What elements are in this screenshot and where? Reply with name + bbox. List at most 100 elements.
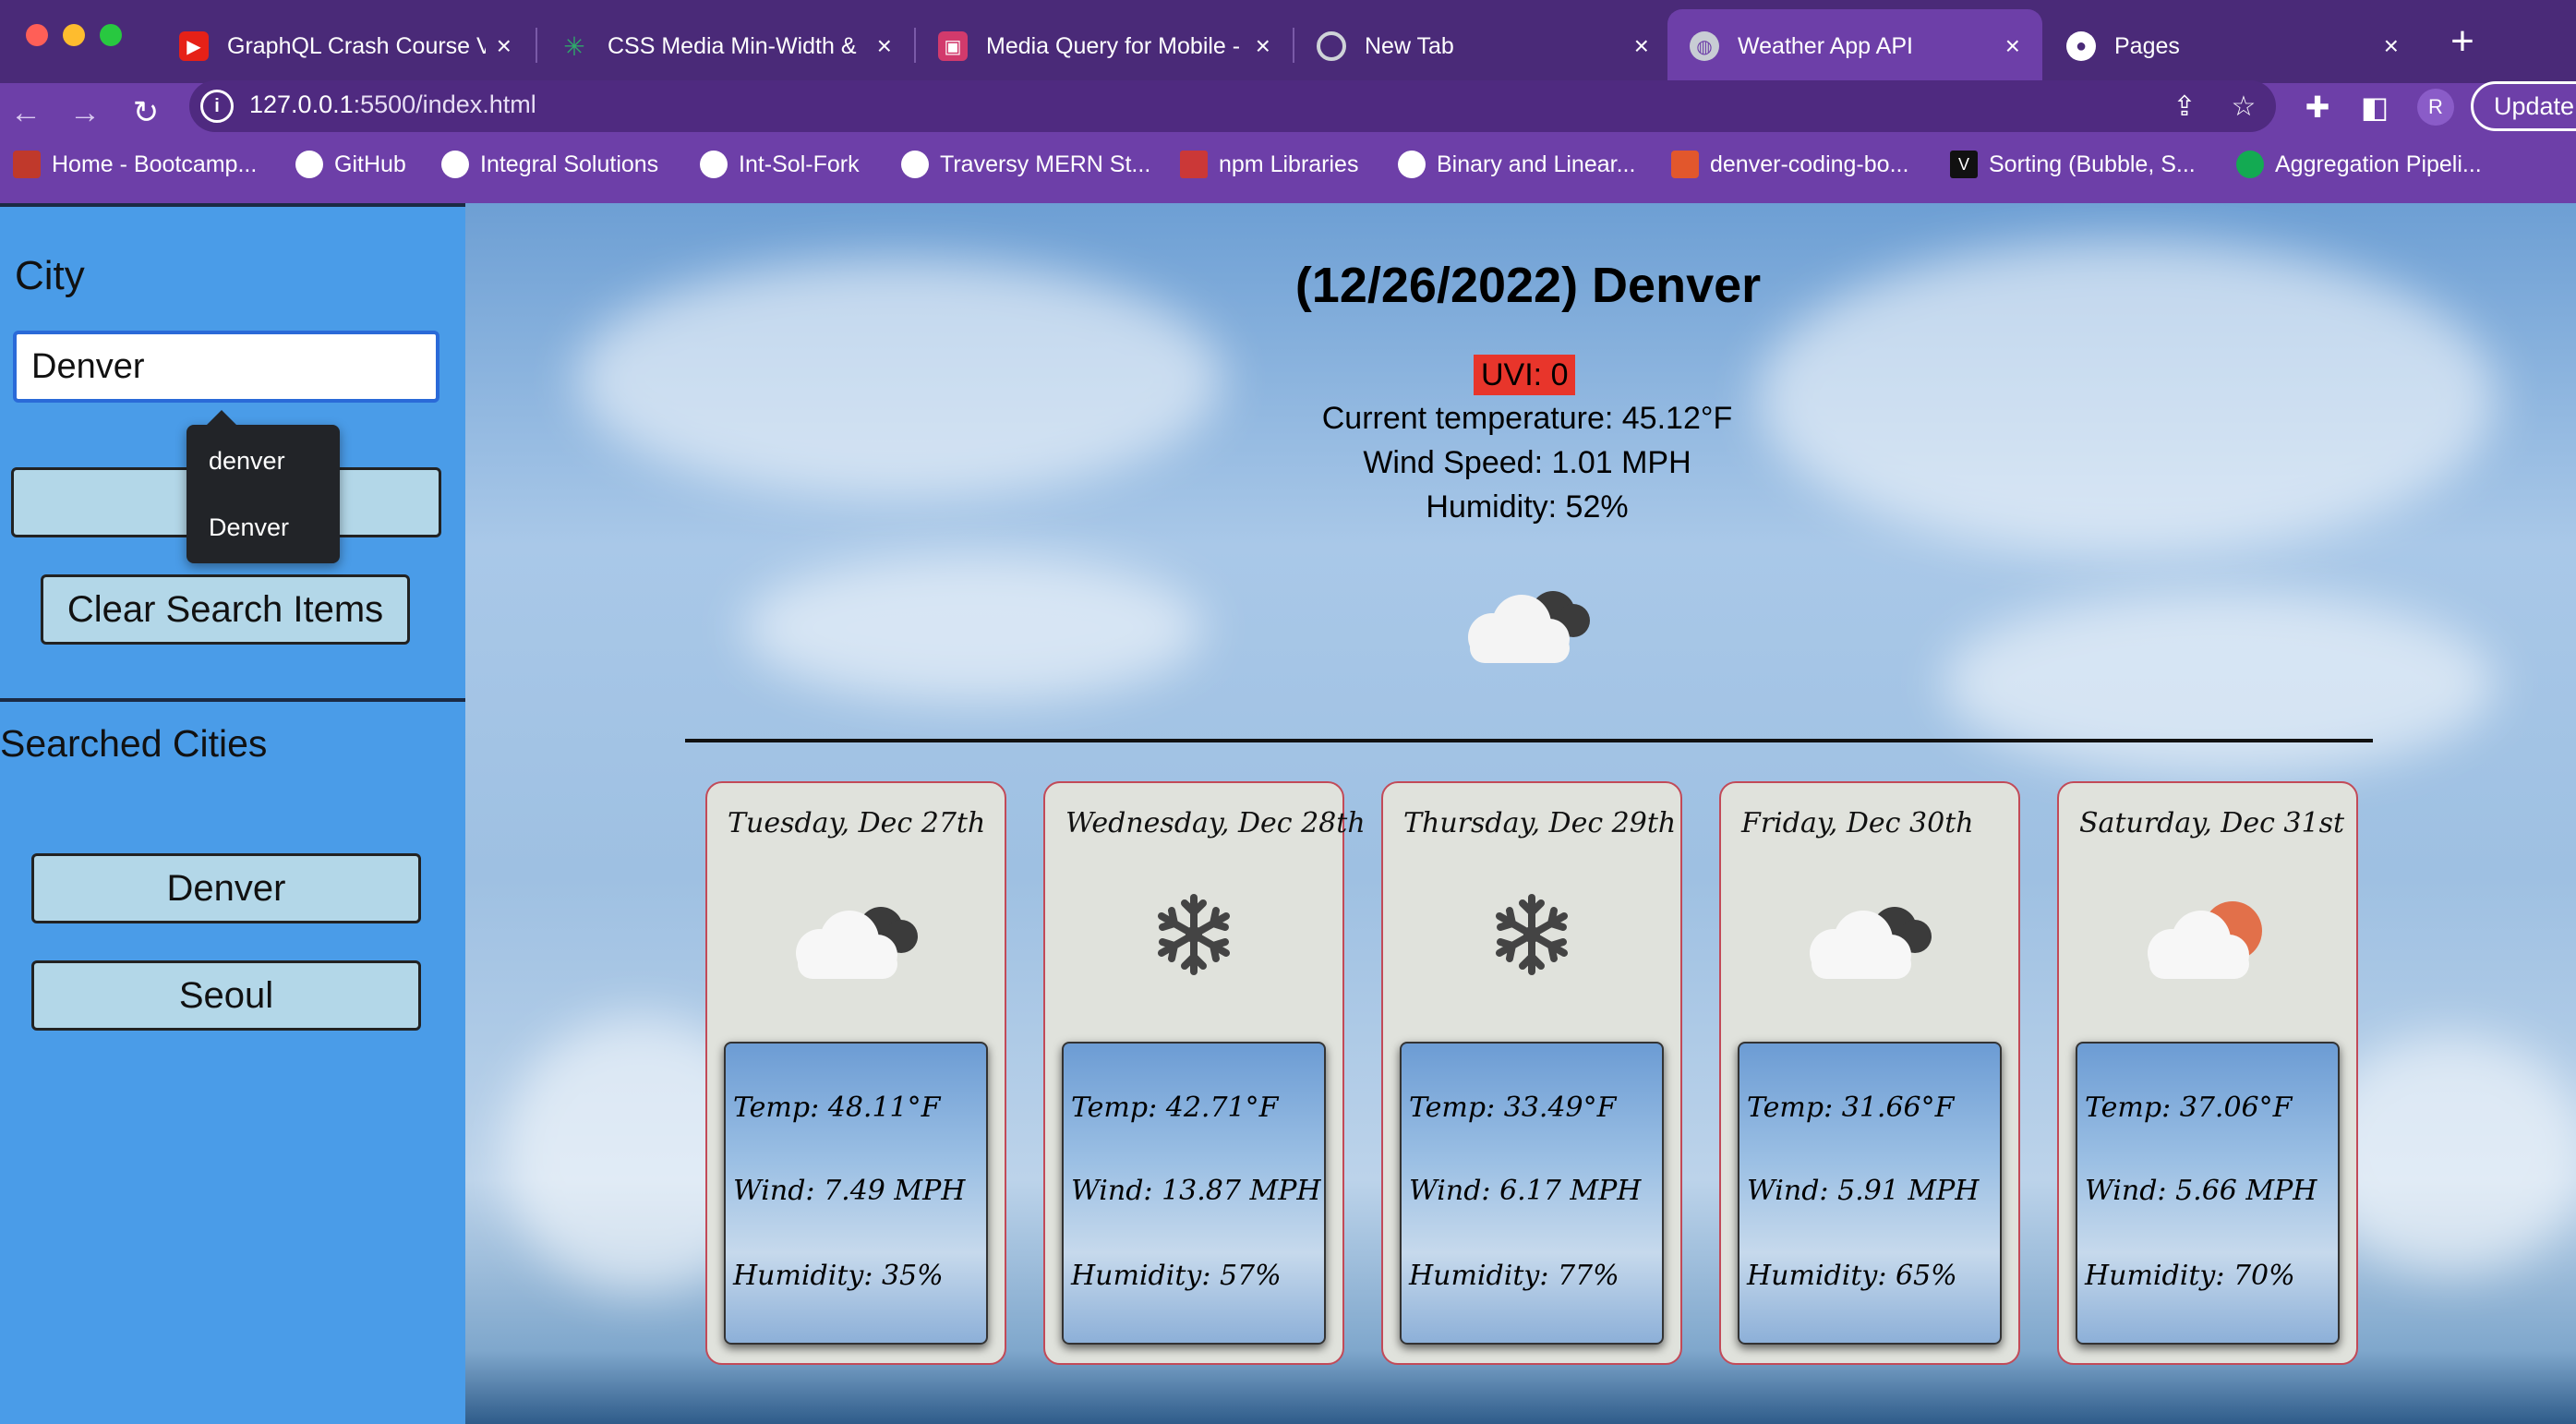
forecast-humidity: Humidity: 70% — [2085, 1260, 2295, 1292]
forecast-date: Tuesday, Dec 27th — [728, 807, 986, 839]
bookmark-item[interactable]: Integral Solutions — [441, 148, 658, 181]
close-tab-icon[interactable]: × — [497, 31, 512, 61]
bookmark-star-icon[interactable]: ☆ — [2225, 89, 2262, 126]
tab-pages[interactable]: ● Pages × — [2044, 9, 2421, 83]
forecast-date: Thursday, Dec 29th — [1403, 807, 1677, 839]
city-label: City — [15, 253, 85, 298]
sidebar-divider — [0, 698, 465, 702]
autocomplete-item[interactable]: Denver — [209, 513, 289, 542]
current-humidity: Humidity: 52% — [1426, 489, 1629, 525]
searched-city-button[interactable]: Seoul — [31, 960, 421, 1031]
forecast-stats: Temp: 42.71°F Wind: 13.87 MPH Humidity: … — [1062, 1042, 1326, 1345]
forecast-stats: Temp: 31.66°F Wind: 5.91 MPH Humidity: 6… — [1738, 1042, 2002, 1345]
forecast-humidity: Humidity: 77% — [1409, 1260, 1619, 1292]
close-tab-icon[interactable]: × — [2005, 31, 2020, 61]
minimize-window-button[interactable] — [63, 24, 85, 46]
forecast-icon — [2059, 888, 2356, 981]
forecast-humidity: Humidity: 35% — [733, 1260, 944, 1292]
sparkle-icon: ✳ — [563, 31, 585, 61]
side-panel-icon[interactable]: ◧ — [2354, 87, 2395, 127]
bookmark-item[interactable]: denver-coding-bo... — [1671, 148, 1908, 181]
zoom-window-button[interactable] — [100, 24, 122, 46]
github-icon — [441, 151, 469, 178]
tab-graphql[interactable]: ▶ GraphQL Crash Course V × — [157, 9, 534, 83]
bookmark-item[interactable]: Home - Bootcamp... — [13, 148, 257, 181]
tab-weather-app[interactable]: ◍ Weather App API × — [1667, 9, 2042, 83]
searched-city-button[interactable]: Denver — [31, 853, 421, 923]
cloudy-icon — [1468, 591, 1590, 663]
gitlab-icon — [1671, 151, 1699, 178]
forecast-humidity: Humidity: 65% — [1747, 1260, 1957, 1292]
forecast-card: Saturday, Dec 31st Temp: 37.06°F Wind: 5… — [2057, 781, 2358, 1365]
close-window-button[interactable] — [26, 24, 48, 46]
weather-main: (12/26/2022) Denver UVI: 0 Current tempe… — [465, 203, 2576, 1424]
forecast-date: Wednesday, Dec 28th — [1065, 807, 1366, 839]
forecast-stats: Temp: 48.11°F Wind: 7.49 MPH Humidity: 3… — [724, 1042, 988, 1345]
autocomplete-item[interactable]: denver — [209, 447, 285, 476]
forecast-wind: Wind: 6.17 MPH — [1409, 1175, 1642, 1207]
share-icon[interactable]: ⇪ — [2166, 89, 2203, 126]
npm-icon — [1180, 151, 1208, 178]
uvi-badge: UVI: 0 — [1474, 355, 1576, 395]
current-wind: Wind Speed: 1.01 MPH — [1363, 445, 1691, 480]
reload-icon[interactable]: ↻ — [126, 92, 166, 133]
github-icon — [700, 151, 728, 178]
forecast-wind: Wind: 7.49 MPH — [733, 1175, 966, 1207]
web-page: City Find Clear Search Items denver Denv… — [0, 203, 2576, 1424]
city-search-input[interactable] — [13, 331, 439, 403]
info-icon[interactable]: i — [200, 90, 234, 123]
clear-search-button[interactable]: Clear Search Items — [41, 574, 410, 645]
forecast-card: Wednesday, Dec 28th Temp: 42.71°F Wind: … — [1043, 781, 1366, 1365]
tab-new-tab[interactable]: New Tab × — [1294, 9, 1671, 83]
forecast-date: Friday, Dec 30th — [1741, 807, 1974, 839]
sky-cloud — [1943, 591, 2497, 776]
cloudy-icon — [1810, 907, 1932, 979]
autocomplete-dropdown: denver Denver — [187, 410, 340, 563]
snowflake-icon — [1158, 894, 1230, 975]
forecast-stats: Temp: 37.06°F Wind: 5.66 MPH Humidity: 7… — [2076, 1042, 2340, 1345]
github-icon — [901, 151, 929, 178]
back-icon[interactable]: ← — [6, 92, 46, 133]
close-tab-icon[interactable]: × — [1256, 31, 1270, 61]
bookmark-item[interactable]: Binary and Linear... — [1398, 148, 1635, 181]
forecast-icon — [1721, 888, 2018, 981]
visualgo-icon: V — [1950, 151, 1978, 178]
forecast-icon — [1045, 888, 1342, 981]
address-url[interactable]: 127.0.0.1:5500/index.html — [249, 91, 536, 119]
forward-icon[interactable]: → — [65, 92, 105, 133]
tab-css-media[interactable]: ✳ CSS Media Min-Width & × — [537, 9, 914, 83]
bookmark-item[interactable]: Aggregation Pipeli... — [2236, 148, 2482, 181]
bookmark-item[interactable]: Traversy MERN St... — [901, 148, 1150, 181]
forecast-humidity: Humidity: 57% — [1071, 1260, 1282, 1292]
forecast-wind: Wind: 5.66 MPH — [2085, 1175, 2317, 1207]
globe-icon — [1398, 151, 1426, 178]
bookmark-item[interactable]: Int-Sol-Fork — [700, 148, 860, 181]
forecast-temp: Temp: 48.11°F — [733, 1092, 941, 1124]
tab-strip: ▶ GraphQL Crash Course V × ✳ CSS Media M… — [0, 0, 2576, 83]
bookmark-item[interactable]: GitHub — [295, 148, 406, 181]
extensions-icon[interactable]: ✚ — [2297, 87, 2338, 127]
forecast-card: Tuesday, Dec 27th Temp: 48.11°F Wind: 7.… — [705, 781, 1006, 1365]
forecast-card: Thursday, Dec 29th Temp: 33.49°F Wind: 6… — [1381, 781, 1682, 1365]
new-tab-button[interactable]: + — [2442, 18, 2483, 65]
bookmark-item[interactable]: npm Libraries — [1180, 148, 1358, 181]
searched-cities-heading: Searched Cities — [0, 722, 268, 765]
sky-cloud — [742, 554, 1204, 702]
forecast-temp: Temp: 37.06°F — [2085, 1092, 2293, 1124]
close-tab-icon[interactable]: × — [1634, 31, 1649, 61]
forecast-wind: Wind: 13.87 MPH — [1071, 1175, 1321, 1207]
forecast-icon — [707, 888, 1005, 981]
forecast-divider — [685, 739, 2373, 742]
update-button[interactable]: Update — [2471, 81, 2576, 131]
app-icon: ▣ — [938, 31, 968, 61]
bookmark-item[interactable]: V Sorting (Bubble, S... — [1950, 148, 2196, 181]
forecast-date: Saturday, Dec 31st — [2079, 807, 2345, 839]
tab-media-query[interactable]: ▣ Media Query for Mobile - × — [916, 9, 1293, 83]
github-icon: ● — [2066, 31, 2096, 61]
forecast-temp: Temp: 33.49°F — [1409, 1092, 1617, 1124]
close-tab-icon[interactable]: × — [2384, 31, 2399, 61]
forecast-stats: Temp: 33.49°F Wind: 6.17 MPH Humidity: 7… — [1400, 1042, 1664, 1345]
close-tab-icon[interactable]: × — [877, 31, 892, 61]
profile-avatar[interactable]: R — [2417, 89, 2454, 126]
forecast-icon — [1383, 888, 1680, 981]
